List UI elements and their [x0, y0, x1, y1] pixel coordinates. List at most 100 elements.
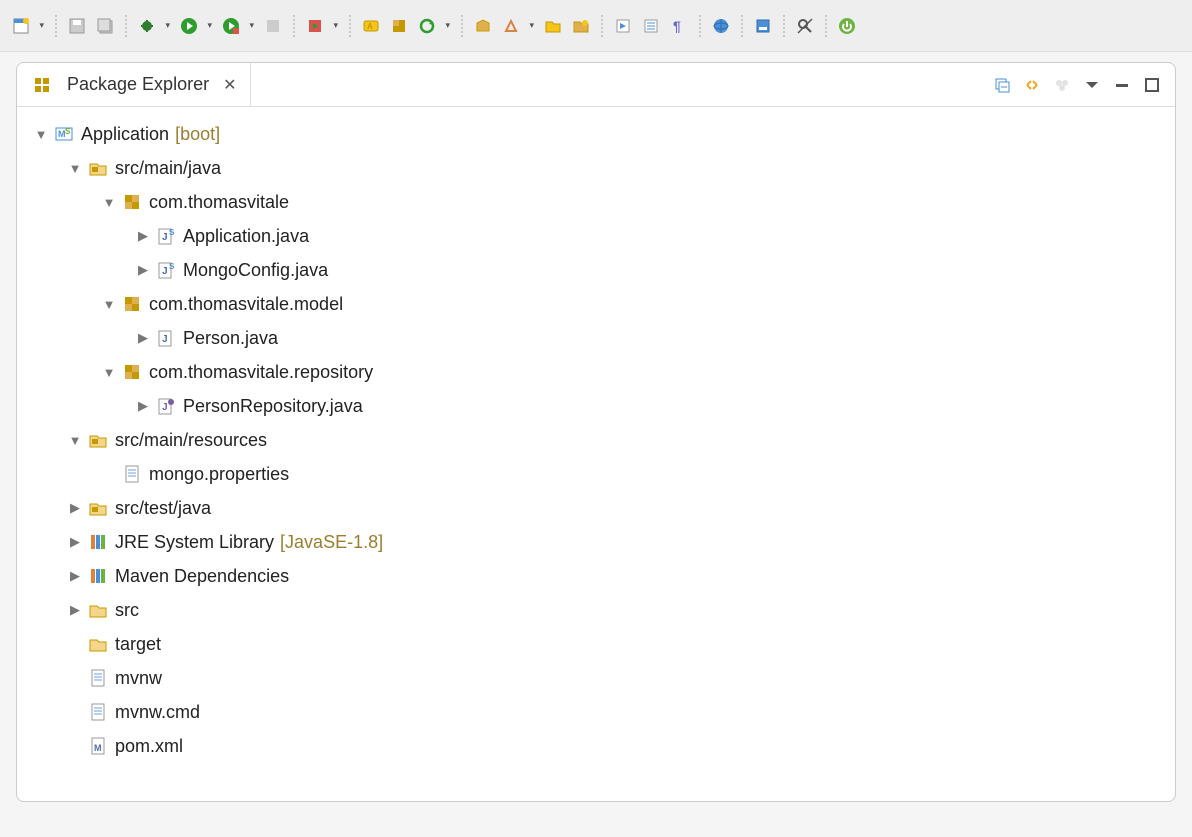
refresh-button[interactable]: [414, 13, 454, 39]
twisty-icon[interactable]: ▶: [135, 398, 151, 414]
run-button[interactable]: [176, 13, 216, 39]
tree-node[interactable]: ▶J Person.java: [23, 321, 1169, 355]
new-wizard-button[interactable]: [8, 13, 48, 39]
collapse-all-button[interactable]: [991, 74, 1013, 96]
package-explorer-panel: Package Explorer ✕ ▼MSApplication[boot]▼…: [16, 62, 1176, 802]
tree-node-label: src: [115, 600, 139, 621]
breakpoint-button[interactable]: [302, 13, 342, 39]
next-annotation-button[interactable]: [610, 13, 636, 39]
tree-node[interactable]: ▶Mpom.xml: [23, 729, 1169, 763]
java-interface-icon: J: [155, 395, 177, 417]
tree-node[interactable]: ▶mvnw: [23, 661, 1169, 695]
toggle-mark-button[interactable]: [750, 13, 776, 39]
twisty-icon[interactable]: ▶: [135, 262, 151, 278]
source-folder-icon: [87, 429, 109, 451]
tree-node-label: Application.java: [183, 226, 309, 247]
svg-text:J: J: [162, 232, 168, 243]
tree-node-label: mongo.properties: [149, 464, 289, 485]
debug-button[interactable]: [134, 13, 174, 39]
tab-label: Package Explorer: [67, 74, 209, 95]
twisty-icon[interactable]: ▶: [135, 228, 151, 244]
java-icon: J: [155, 327, 177, 349]
svg-text:J: J: [162, 402, 168, 413]
tree-node-label: target: [115, 634, 161, 655]
file-icon: [87, 667, 109, 689]
tree-node[interactable]: ▶target: [23, 627, 1169, 661]
tree-node-label: Person.java: [183, 328, 278, 349]
open-project-button[interactable]: [568, 13, 594, 39]
tree-node[interactable]: ▶JRE System Library[JavaSE-1.8]: [23, 525, 1169, 559]
open-task-button[interactable]: [498, 13, 538, 39]
twisty-icon[interactable]: ▶: [135, 330, 151, 346]
file-xml-icon: M: [87, 735, 109, 757]
filters-button[interactable]: [1051, 74, 1073, 96]
pin-button[interactable]: [792, 13, 818, 39]
tree-node[interactable]: ▼ src/main/java: [23, 151, 1169, 185]
svg-text:S: S: [169, 228, 175, 237]
tree-node[interactable]: ▶mongo.properties: [23, 457, 1169, 491]
twisty-icon[interactable]: ▶: [67, 500, 83, 516]
tree-node[interactable]: ▶JSMongoConfig.java: [23, 253, 1169, 287]
tree-node[interactable]: ▼MSApplication[boot]: [23, 117, 1169, 151]
prev-annotation-button[interactable]: [638, 13, 664, 39]
maximize-button[interactable]: [1141, 74, 1163, 96]
svg-text:A: A: [367, 22, 373, 31]
package-explorer-icon: [31, 74, 53, 96]
stop-button[interactable]: [260, 13, 286, 39]
tree-node[interactable]: ▼ src/main/resources: [23, 423, 1169, 457]
save-all-button[interactable]: [92, 13, 118, 39]
toolbar-separator: [600, 14, 604, 38]
source-folder-icon: [87, 157, 109, 179]
tree-node[interactable]: ▼com.thomasvitale: [23, 185, 1169, 219]
tree-node[interactable]: ▼com.thomasvitale.repository: [23, 355, 1169, 389]
twisty-icon[interactable]: ▶: [67, 568, 83, 584]
web-browser-button[interactable]: [708, 13, 734, 39]
spring-boot-button[interactable]: [834, 13, 860, 39]
view-menu-button[interactable]: [1081, 74, 1103, 96]
toolbar-separator: [54, 14, 58, 38]
add-package-button[interactable]: [386, 13, 412, 39]
tree-node[interactable]: ▶mvnw.cmd: [23, 695, 1169, 729]
search-java-button[interactable]: A: [358, 13, 384, 39]
tree-node-label: com.thomasvitale.model: [149, 294, 343, 315]
tree-node[interactable]: ▶src/test/java: [23, 491, 1169, 525]
open-type-button[interactable]: [470, 13, 496, 39]
tree-node-label: src/main/resources: [115, 430, 267, 451]
library-icon: [87, 531, 109, 553]
source-folder-icon: [87, 497, 109, 519]
svg-text:J: J: [162, 266, 168, 277]
toolbar-separator: [740, 14, 744, 38]
toolbar-separator: [698, 14, 702, 38]
tree-node-label: Maven Dependencies: [115, 566, 289, 587]
tree-node[interactable]: ▼ com.thomasvitale.model: [23, 287, 1169, 321]
tree-node-label: src/main/java: [115, 158, 221, 179]
twisty-icon[interactable]: ▼: [33, 127, 49, 142]
tree-node[interactable]: ▶ JS Application.java: [23, 219, 1169, 253]
run-external-button[interactable]: [218, 13, 258, 39]
tree-node[interactable]: ▶JPersonRepository.java: [23, 389, 1169, 423]
twisty-icon[interactable]: ▼: [101, 297, 117, 312]
panel-header: Package Explorer ✕: [17, 63, 1175, 107]
tree-node[interactable]: ▶ Maven Dependencies: [23, 559, 1169, 593]
folder-icon: [87, 633, 109, 655]
package-icon: [121, 191, 143, 213]
show-whitespace-button[interactable]: ¶: [666, 13, 692, 39]
save-button[interactable]: [64, 13, 90, 39]
twisty-icon[interactable]: ▶: [67, 534, 83, 550]
minimize-button[interactable]: [1111, 74, 1133, 96]
project-tree[interactable]: ▼MSApplication[boot]▼src/main/java▼com.t…: [17, 107, 1175, 801]
twisty-icon[interactable]: ▶: [67, 602, 83, 618]
twisty-icon[interactable]: ▼: [67, 161, 83, 176]
twisty-icon[interactable]: ▼: [101, 195, 117, 210]
twisty-icon[interactable]: ▼: [67, 433, 83, 448]
twisty-icon[interactable]: ▼: [101, 365, 117, 380]
package-explorer-tab[interactable]: Package Explorer ✕: [17, 63, 251, 106]
svg-text:M: M: [94, 743, 102, 753]
tree-node-label: MongoConfig.java: [183, 260, 328, 281]
folder-icon: [87, 599, 109, 621]
link-editor-button[interactable]: [1021, 74, 1043, 96]
close-tab-icon[interactable]: ✕: [223, 75, 236, 95]
main-toolbar: A ¶: [0, 0, 1192, 52]
tree-node[interactable]: ▶ src: [23, 593, 1169, 627]
open-folder-button[interactable]: [540, 13, 566, 39]
